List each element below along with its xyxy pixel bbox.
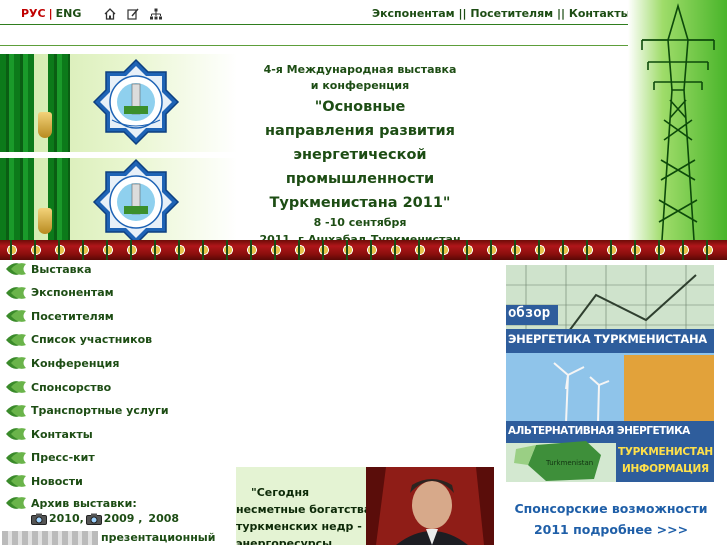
sidebar-item-label: Спонсорство bbox=[31, 380, 112, 394]
sidebar-item-label: Контакты bbox=[31, 427, 93, 441]
banner-map-label: Turkmenistan bbox=[546, 459, 594, 467]
sidebar-item-contacts[interactable]: Контакты bbox=[5, 425, 93, 443]
energy-review-banner[interactable]: обзор ЭНЕРГЕТИКА ТУРКМЕНИСТАНА АЛЬТЕРНАТ… bbox=[506, 265, 714, 482]
presentation-thumbnail-strip[interactable] bbox=[2, 531, 98, 545]
nav-exhibitors-link[interactable]: Экспонентам bbox=[372, 7, 455, 20]
leaf-bullet-icon bbox=[6, 286, 26, 299]
leaf-bullet-icon bbox=[6, 333, 26, 346]
sidebar-item-sponsorship[interactable]: Спонсорство bbox=[5, 378, 111, 396]
banner-obzor-text: обзор bbox=[508, 305, 551, 321]
banner-info-title: ТУРКМЕНИСТАН bbox=[618, 446, 713, 458]
archive-2010-link[interactable]: 2010, bbox=[49, 512, 84, 525]
presentation-link[interactable]: презентационный bbox=[101, 531, 215, 544]
sidebar-item-press-kit[interactable]: Пресс-кит bbox=[5, 449, 95, 467]
exhibition-emblem-logo bbox=[92, 158, 180, 240]
leaf-bullet-icon bbox=[6, 381, 26, 393]
sitemap-icon[interactable] bbox=[150, 8, 162, 20]
leaf-bullet-icon bbox=[6, 310, 26, 323]
archive-years: 2010, 2009 , 2008 bbox=[31, 512, 181, 525]
sidebar-item-label: Пресс-кит bbox=[31, 451, 95, 465]
leaf-bullet-icon bbox=[6, 263, 26, 275]
sponsorship-more-link[interactable]: 2011 подробнее >>> bbox=[502, 519, 720, 540]
banner-alternative-text: АЛЬТЕРНАТИВНАЯ ЭНЕРГЕТИКА bbox=[508, 425, 690, 437]
quote-line: энергоресурсы bbox=[236, 537, 333, 545]
sidebar-item-archive[interactable]: Архив выставки: bbox=[5, 494, 137, 512]
sidebar-item-exhibition[interactable]: Выставка bbox=[5, 260, 92, 278]
top-navigation: Экспонентам || Посетителям || Контакты bbox=[372, 7, 631, 20]
leaf-bullet-icon bbox=[6, 497, 26, 509]
exhibition-title-line: Туркменистана 2011" bbox=[269, 195, 451, 211]
curtain-decoration bbox=[0, 54, 34, 152]
sidebar-item-label: Конференция bbox=[31, 356, 120, 370]
sidebar-item-exhibitors[interactable]: Экспонентам bbox=[5, 284, 114, 302]
tassel-decoration bbox=[38, 112, 52, 138]
leaf-bullet-icon bbox=[6, 475, 26, 488]
camera-icon bbox=[85, 513, 102, 525]
exhibition-title-line: промышленности bbox=[285, 171, 435, 187]
leaf-bullet-icon bbox=[6, 428, 26, 441]
feedback-icon[interactable] bbox=[127, 8, 139, 20]
ornament-carpet-border bbox=[0, 240, 727, 260]
language-switcher: РУС | ENG bbox=[21, 7, 81, 20]
sidebar-item-transport[interactable]: Транспортные услуги bbox=[5, 402, 169, 420]
banner-info-subtitle: ИНФОРМАЦИЯ bbox=[622, 463, 709, 475]
banner-energetika-text: ЭНЕРГЕТИКА ТУРКМЕНИСТАНА bbox=[508, 332, 707, 346]
exhibition-dates: 8 -10 сентября bbox=[313, 216, 407, 229]
sponsorship-link[interactable]: Спонсорские возможности 2011 подробнее >… bbox=[502, 498, 720, 540]
sidebar-item-news[interactable]: Новости bbox=[5, 472, 83, 490]
exhibition-title-line: "Основные bbox=[314, 99, 406, 115]
lang-ru-link[interactable]: РУС bbox=[21, 7, 46, 20]
header-subtitle-line: и конференция bbox=[310, 79, 410, 92]
sidebar-item-participants[interactable]: Список участников bbox=[5, 331, 152, 349]
archive-2008-link[interactable]: 2008 bbox=[148, 512, 179, 525]
top-bar: РУС | ENG Экспонентам || Посетителям || Ко… bbox=[0, 0, 727, 24]
curtain-decoration bbox=[0, 158, 34, 240]
exhibition-title-line: энергетической bbox=[293, 147, 427, 163]
home-icon[interactable] bbox=[104, 8, 116, 20]
lang-separator: | bbox=[48, 7, 53, 20]
leaf-bullet-icon bbox=[6, 451, 26, 464]
exhibition-emblem-logo bbox=[92, 58, 180, 146]
curtain-decoration bbox=[48, 54, 70, 152]
sidebar-item-label: Новости bbox=[31, 474, 83, 488]
lang-en-link[interactable]: ENG bbox=[56, 7, 82, 20]
toolbar-icons bbox=[104, 8, 162, 20]
quote-line: "Сегодня bbox=[251, 486, 310, 499]
tassel-decoration bbox=[38, 208, 52, 234]
sidebar-item-label: Транспортные услуги bbox=[31, 404, 169, 418]
sidebar-item-conference[interactable]: Конференция bbox=[5, 354, 119, 372]
sidebar-item-label: Экспонентам bbox=[31, 286, 114, 300]
header-subtitle-line: 4-я Международная выставка bbox=[263, 63, 457, 76]
power-pylon-image bbox=[628, 0, 727, 240]
quote-box: "Сегодня несметные богатства туркменских… bbox=[236, 467, 372, 545]
quote-line: несметные богатства bbox=[236, 503, 372, 516]
sidebar-item-label: Архив выставки: bbox=[31, 496, 137, 510]
sidebar-item-label: Посетителям bbox=[31, 309, 114, 323]
nav-visitors-link[interactable]: Посетителям bbox=[470, 7, 553, 20]
nav-contacts-link[interactable]: Контакты bbox=[569, 7, 631, 20]
exhibition-title-block: 4-я Международная выставка и конференция… bbox=[240, 62, 480, 248]
sidebar-item-label: Список участников bbox=[31, 333, 153, 347]
sponsorship-link-line: Спонсорские возможности bbox=[514, 501, 708, 516]
president-portrait-photo bbox=[366, 467, 494, 545]
sidebar-item-label: Выставка bbox=[31, 262, 92, 276]
exhibition-title-line: направления развития bbox=[265, 123, 455, 139]
quote-text: "Сегодня несметные богатства туркменских… bbox=[236, 484, 372, 545]
leaf-bullet-icon bbox=[6, 404, 26, 417]
header-divider-line bbox=[0, 45, 632, 46]
leaf-bullet-icon bbox=[6, 357, 26, 370]
camera-icon bbox=[31, 513, 47, 525]
quote-line: туркменских недр - bbox=[236, 520, 362, 533]
header-emblem-panel-top bbox=[0, 54, 237, 152]
header-emblem-panel-bottom bbox=[0, 158, 237, 240]
nav-separator: || bbox=[454, 7, 471, 20]
nav-separator: || bbox=[553, 7, 569, 20]
archive-2009-link[interactable]: 2009 , bbox=[104, 512, 143, 525]
sidebar-item-visitors[interactable]: Посетителям bbox=[5, 307, 114, 325]
top-divider-line bbox=[0, 24, 632, 25]
